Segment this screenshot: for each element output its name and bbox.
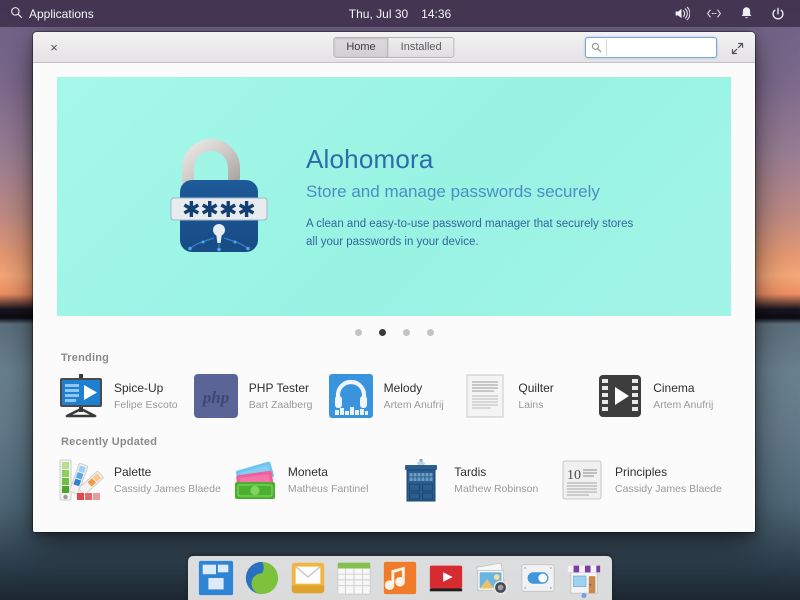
tab-home[interactable]: Home bbox=[334, 38, 387, 57]
banner-app-title: Alohomora bbox=[306, 145, 636, 174]
banner-text: Alohomora Store and manage passwords sec… bbox=[306, 141, 636, 251]
notifications-bell-icon[interactable] bbox=[738, 6, 754, 22]
panel-time: 14:36 bbox=[421, 7, 451, 21]
app-author: Mathew Robinson bbox=[454, 483, 538, 495]
list-item[interactable]: Palette Cassidy James Blaede bbox=[57, 456, 231, 504]
carousel-dot-3[interactable] bbox=[403, 329, 410, 336]
list-item[interactable]: Tardis Mathew Robinson bbox=[397, 456, 558, 504]
network-icon[interactable] bbox=[706, 6, 722, 22]
number-ten-document-icon: 10 bbox=[558, 456, 606, 504]
window-titlebar: × Home Installed bbox=[33, 32, 755, 63]
app-author: Artem Anufrij bbox=[384, 399, 444, 411]
carousel-dots bbox=[57, 329, 731, 336]
list-item[interactable]: Moneta Matheus Fantinel bbox=[231, 456, 397, 504]
dock-files-icon[interactable] bbox=[196, 557, 236, 597]
applications-menu-label: Applications bbox=[29, 7, 94, 21]
tab-installed[interactable]: Installed bbox=[388, 38, 454, 57]
dock-appcenter-icon[interactable] bbox=[564, 557, 604, 597]
app-name: Moneta bbox=[288, 465, 369, 481]
svg-text:php: php bbox=[201, 388, 229, 407]
search-box[interactable] bbox=[585, 37, 717, 58]
svg-text:10: 10 bbox=[567, 468, 581, 483]
app-name: PHP Tester bbox=[249, 381, 313, 397]
app-name: Principles bbox=[615, 465, 722, 481]
app-name: Melody bbox=[384, 381, 444, 397]
view-switcher: Home Installed bbox=[333, 37, 454, 58]
app-name: Spice-Up bbox=[114, 381, 178, 397]
app-meta: Cinema Artem Anufrij bbox=[653, 381, 713, 411]
color-swatches-icon bbox=[57, 456, 105, 504]
dock-calendar-icon[interactable] bbox=[334, 557, 374, 597]
dock bbox=[188, 556, 612, 600]
app-name: Quilter bbox=[518, 381, 553, 397]
app-meta: Tardis Mathew Robinson bbox=[454, 465, 538, 495]
running-indicator bbox=[582, 593, 587, 598]
trending-app-row: Spice-Up Felipe Escoto php PHP Tester Ba… bbox=[57, 372, 731, 420]
section-title-recently-updated: Recently Updated bbox=[61, 436, 731, 448]
window-content: ✱✱✱✱ bbox=[33, 63, 755, 532]
presentation-icon bbox=[57, 372, 105, 420]
document-lines-icon bbox=[461, 372, 509, 420]
list-item[interactable]: Spice-Up Felipe Escoto bbox=[57, 372, 192, 420]
section-title-trending: Trending bbox=[61, 352, 731, 364]
applications-menu-button[interactable]: Applications bbox=[0, 0, 104, 27]
php-icon: php bbox=[192, 372, 240, 420]
app-name: Cinema bbox=[653, 381, 713, 397]
padlock-icon: ✱✱✱✱ bbox=[162, 138, 272, 256]
dock-photos-icon[interactable] bbox=[472, 557, 512, 597]
app-name: Palette bbox=[114, 465, 221, 481]
app-author: Cassidy James Blaede bbox=[114, 483, 221, 495]
search-input[interactable] bbox=[606, 39, 716, 56]
app-author: Artem Anufrij bbox=[653, 399, 713, 411]
top-panel: Applications Thu, Jul 30 14:36 bbox=[0, 0, 800, 27]
banknotes-icon bbox=[231, 456, 279, 504]
headphones-icon bbox=[327, 372, 375, 420]
dock-browser-icon[interactable] bbox=[242, 557, 282, 597]
app-author: Bart Zaalberg bbox=[249, 399, 313, 411]
list-item[interactable]: Cinema Artem Anufrij bbox=[596, 372, 731, 420]
banner-app-description: A clean and easy-to-use password manager… bbox=[306, 216, 636, 252]
list-item[interactable]: Melody Artem Anufrij bbox=[327, 372, 462, 420]
app-meta: Spice-Up Felipe Escoto bbox=[114, 381, 178, 411]
power-icon[interactable] bbox=[770, 6, 786, 22]
dock-settings-icon[interactable] bbox=[518, 557, 558, 597]
list-item[interactable]: 10 Principles Cassidy Ja bbox=[558, 456, 731, 504]
svg-text:✱✱✱✱: ✱✱✱✱ bbox=[182, 198, 256, 223]
dock-music-icon[interactable] bbox=[380, 557, 420, 597]
app-meta: Palette Cassidy James Blaede bbox=[114, 465, 221, 495]
appcenter-window: × Home Installed bbox=[33, 32, 755, 532]
app-author: Lains bbox=[518, 399, 553, 411]
app-meta: Moneta Matheus Fantinel bbox=[288, 465, 369, 495]
app-name: Tardis bbox=[454, 465, 538, 481]
film-play-icon bbox=[596, 372, 644, 420]
app-meta: PHP Tester Bart Zaalberg bbox=[249, 381, 313, 411]
carousel-dot-2[interactable] bbox=[379, 329, 386, 336]
close-button[interactable]: × bbox=[41, 34, 67, 60]
panel-date: Thu, Jul 30 bbox=[349, 7, 408, 21]
banner-app-summary: Store and manage passwords securely bbox=[306, 182, 636, 202]
app-author: Matheus Fantinel bbox=[288, 483, 369, 495]
app-meta: Melody Artem Anufrij bbox=[384, 381, 444, 411]
volume-icon[interactable] bbox=[674, 6, 690, 22]
carousel-dot-1[interactable] bbox=[355, 329, 362, 336]
dock-videos-icon[interactable] bbox=[426, 557, 466, 597]
search-icon bbox=[10, 6, 23, 22]
list-item[interactable]: php PHP Tester Bart Zaalberg bbox=[192, 372, 327, 420]
panel-indicators bbox=[674, 0, 794, 27]
list-item[interactable]: Quilter Lains bbox=[461, 372, 596, 420]
recently-updated-app-row: Palette Cassidy James Blaede bbox=[57, 456, 731, 504]
maximize-icon[interactable] bbox=[727, 38, 747, 58]
police-box-icon bbox=[397, 456, 445, 504]
app-meta: Quilter Lains bbox=[518, 381, 553, 411]
carousel-dot-4[interactable] bbox=[427, 329, 434, 336]
app-author: Cassidy James Blaede bbox=[615, 483, 722, 495]
featured-banner[interactable]: ✱✱✱✱ bbox=[57, 77, 731, 316]
app-meta: Principles Cassidy James Blaede bbox=[615, 465, 722, 495]
dock-mail-icon[interactable] bbox=[288, 557, 328, 597]
search-icon bbox=[586, 42, 606, 53]
app-author: Felipe Escoto bbox=[114, 399, 178, 411]
